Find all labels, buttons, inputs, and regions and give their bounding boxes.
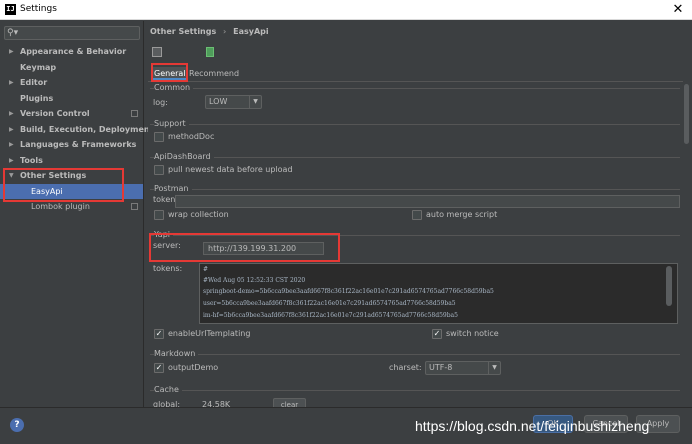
sidebar-item-label: EasyApi <box>31 187 63 196</box>
sidebar-item-label: Appearance & Behavior <box>20 47 127 56</box>
yapi-server-input[interactable]: http://139.199.31.200 <box>203 242 324 255</box>
project-scope-icon <box>131 110 138 117</box>
chevron-down-icon: ▼ <box>488 362 500 374</box>
panel-scrollbar-thumb[interactable] <box>684 84 689 144</box>
sidebar-item-editor[interactable]: ▶ Editor <box>0 75 143 90</box>
help-icon[interactable]: ? <box>10 418 24 432</box>
breadcrumb-separator-icon: › <box>223 27 227 36</box>
sidebar-item-other-settings[interactable]: ▼ Other Settings <box>0 168 143 183</box>
cache-divider <box>150 390 680 391</box>
sidebar-item-plugins[interactable]: Plugins <box>0 91 143 106</box>
yapi-divider <box>150 235 680 236</box>
methoddoc-checkbox[interactable] <box>154 132 164 142</box>
log-level-value: LOW <box>209 97 228 106</box>
project-scope-icon <box>131 203 138 210</box>
token-line: springboot-demo=5b6cca9bee3aafd667f8c361… <box>203 288 494 295</box>
url-templating-label: enableUrlTemplating <box>168 329 251 338</box>
tab-recommend[interactable]: Recommend <box>187 67 241 80</box>
wrap-collection-label: wrap collection <box>168 210 229 219</box>
window-title: Settings <box>20 4 57 14</box>
sidebar-item-version-control[interactable]: ▶ Version Control <box>0 106 143 121</box>
expand-arrow-icon[interactable]: ▼ <box>9 168 14 183</box>
intellij-logo-icon: IJ <box>5 4 16 15</box>
postman-divider <box>150 189 680 190</box>
switch-notice-label: switch notice <box>446 329 499 338</box>
log-label: log: <box>153 98 168 107</box>
auto-merge-checkbox[interactable] <box>412 210 422 220</box>
sidebar-item-easyapi[interactable]: EasyApi <box>0 184 143 199</box>
apidashboard-divider <box>150 157 680 158</box>
charset-label: charset: <box>389 363 422 372</box>
token-line: # <box>203 266 209 273</box>
sidebar-item-label: Keymap <box>20 63 57 72</box>
yapi-server-label: server: <box>153 241 181 250</box>
search-icon: ⚲▾ <box>7 28 19 38</box>
output-demo-label: outputDemo <box>168 363 219 372</box>
close-window-button[interactable]: ✕ <box>670 2 686 17</box>
charset-value: UTF-8 <box>429 363 453 372</box>
url-templating-checkbox[interactable]: ✓ <box>154 329 164 339</box>
token-line: im-hf=5b6cca9bee3aafd667f8c361f22ac16e01… <box>203 312 458 319</box>
tokens-scrollbar-thumb[interactable] <box>666 266 672 306</box>
sidebar-item-label: Plugins <box>20 94 54 103</box>
collapse-arrow-icon[interactable]: ▶ <box>9 153 14 168</box>
common-divider <box>150 88 680 89</box>
sidebar-item-languages-frameworks[interactable]: ▶ Languages & Frameworks <box>0 137 143 152</box>
sidebar-item-label: Tools <box>20 156 43 165</box>
cache-section-title: Cache <box>154 385 182 395</box>
breadcrumb: Other Settings › EasyApi <box>150 26 269 38</box>
sidebar-item-tools[interactable]: ▶ Tools <box>0 153 143 168</box>
markdown-section-title: Markdown <box>154 349 199 359</box>
collapse-arrow-icon[interactable]: ▶ <box>9 44 14 59</box>
log-level-select[interactable]: LOW ▼ <box>205 95 262 109</box>
collapse-arrow-icon[interactable]: ▶ <box>9 122 14 137</box>
collapse-arrow-icon[interactable]: ▶ <box>9 75 14 90</box>
sidebar-item-label: Version Control <box>20 109 90 118</box>
breadcrumb-current: EasyApi <box>233 27 269 36</box>
sidebar-item-keymap[interactable]: Keymap <box>0 60 143 75</box>
sidebar-item-lombok-plugin[interactable]: Lombok plugin <box>0 199 143 214</box>
chevron-down-icon: ▼ <box>249 96 261 108</box>
wrap-collection-checkbox[interactable] <box>154 210 164 220</box>
sidebar-item-appearance-behavior[interactable]: ▶ Appearance & Behavior <box>0 44 143 59</box>
sidebar-item-label: Build, Execution, Deployment <box>20 125 154 134</box>
common-section-title: Common <box>154 83 194 93</box>
import-settings-icon[interactable] <box>206 47 214 57</box>
collapse-arrow-icon[interactable]: ▶ <box>9 137 14 152</box>
yapi-section-title: Yapi <box>154 230 173 240</box>
apidashboard-section-title: ApiDashBoard <box>154 152 214 162</box>
output-demo-checkbox[interactable]: ✓ <box>154 363 164 373</box>
support-divider <box>150 124 680 125</box>
watermark-text: https://blog.csdn.net/feiqinbushizheng <box>415 418 650 434</box>
sidebar-item-label: Other Settings <box>20 171 87 180</box>
markdown-divider <box>150 354 680 355</box>
settings-search-input[interactable] <box>4 26 140 40</box>
sidebar-item-label: Languages & Frameworks <box>20 140 137 149</box>
switch-notice-checkbox[interactable]: ✓ <box>432 329 442 339</box>
auto-merge-label: auto merge script <box>426 210 498 219</box>
tab-general[interactable]: General <box>152 67 188 80</box>
breadcrumb-parent: Other Settings <box>150 27 217 36</box>
yapi-tokens-label: tokens: <box>153 264 183 273</box>
token-line: #Wed Aug 05 12:52:33 CST 2020 <box>203 277 306 284</box>
sidebar-item-label: Editor <box>20 78 48 87</box>
token-line: user=5b6cca9bee3aafd667f8c361f22ac16e01e… <box>203 300 456 307</box>
pull-newest-label: pull newest data before upload <box>168 165 293 174</box>
window-title-bar <box>0 0 692 20</box>
sidebar-item-build-execution-deployment[interactable]: ▶ Build, Execution, Deployment <box>0 122 153 137</box>
support-section-title: Support <box>154 119 189 129</box>
postman-section-title: Postman <box>154 184 192 194</box>
postman-token-input[interactable] <box>175 195 680 208</box>
export-settings-icon[interactable] <box>152 47 162 57</box>
pull-newest-checkbox[interactable] <box>154 165 164 175</box>
yapi-tokens-textarea[interactable]: # #Wed Aug 05 12:52:33 CST 2020 springbo… <box>199 263 678 324</box>
charset-select[interactable]: UTF-8 ▼ <box>425 361 501 375</box>
methoddoc-label: methodDoc <box>168 132 215 141</box>
collapse-arrow-icon[interactable]: ▶ <box>9 106 14 121</box>
sidebar-item-label: Lombok plugin <box>31 202 90 211</box>
